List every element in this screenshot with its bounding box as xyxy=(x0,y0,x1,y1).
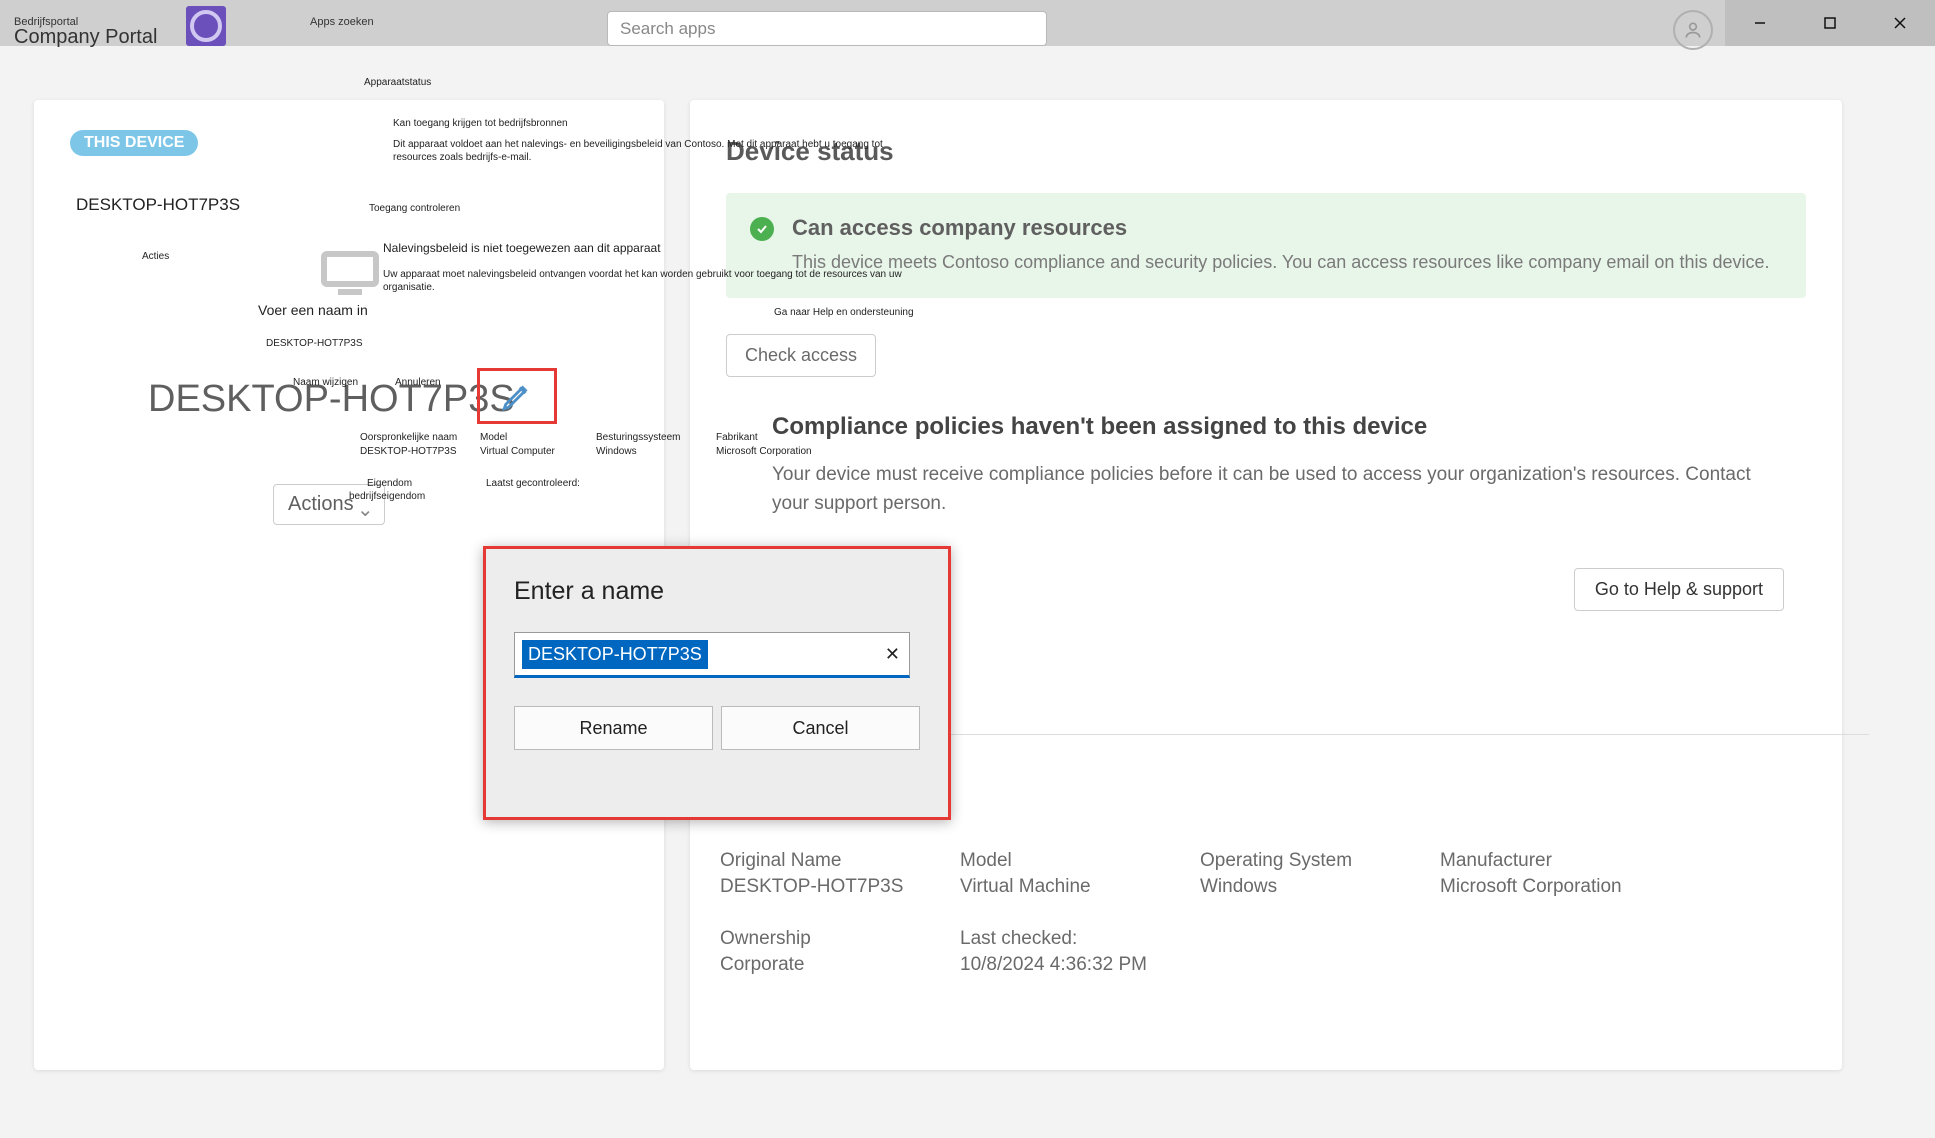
voer-naam-label: Voer een naam in xyxy=(258,302,368,318)
compliance-body: Your device must receive compliance poli… xyxy=(772,461,1752,518)
info-last-checked: Last checked: 10/8/2024 4:36:32 PM xyxy=(960,928,1200,976)
edit-name-button[interactable] xyxy=(477,368,557,424)
nl-model-val: Virtual Computer xyxy=(480,445,555,458)
device-name-small: DESKTOP-HOT7P3S xyxy=(76,195,240,215)
info-label: Operating System xyxy=(1200,850,1440,872)
can-access-body: This device meets Contoso compliance and… xyxy=(792,249,1778,276)
info-value: 10/8/2024 4:36:32 PM xyxy=(960,954,1200,976)
nl-laatst: Laatst gecontroleerd: xyxy=(486,477,580,490)
nl-kan-toegang: Kan toegang krijgen tot bedrijfsbronnen xyxy=(393,117,568,130)
device-status-heading: Device status xyxy=(726,136,1806,167)
info-value: DESKTOP-HOT7P3S xyxy=(720,876,960,898)
nl-annuleren: Annuleren xyxy=(395,376,441,389)
actions-label: Actions xyxy=(288,493,354,515)
info-label: Original Name xyxy=(720,850,960,872)
can-access-title: Can access company resources xyxy=(792,215,1778,241)
info-os: Operating System Windows xyxy=(1200,850,1440,898)
nl-os-lbl: Besturingssysteem xyxy=(596,431,680,444)
dialog-input-wrap: DESKTOP-HOT7P3S ✕ xyxy=(514,632,910,678)
nl-voldoet: Dit apparaat voldoet aan het nalevings- … xyxy=(393,138,883,164)
nl-eigendom-lbl: Eigendom xyxy=(367,477,412,490)
info-label: Last checked: xyxy=(960,928,1200,950)
app-logo-icon xyxy=(186,6,226,46)
info-label: Ownership xyxy=(720,928,960,950)
nl-naleving-title: Nalevingsbeleid is niet toegewezen aan d… xyxy=(383,241,661,257)
close-button[interactable] xyxy=(1865,0,1935,46)
info-label: Model xyxy=(960,850,1200,872)
device-info-grid: Original Name DESKTOP-HOT7P3S Model Virt… xyxy=(720,850,1680,976)
this-device-badge: THIS DEVICE xyxy=(70,130,198,156)
nl-os-val: Windows xyxy=(596,445,637,458)
rename-dialog: Enter a name DESKTOP-HOT7P3S ✕ Rename Ca… xyxy=(483,546,951,820)
monitor-icon xyxy=(320,250,380,296)
info-value: Windows xyxy=(1200,876,1440,898)
info-label: Manufacturer xyxy=(1440,850,1680,872)
info-value: Corporate xyxy=(720,954,960,976)
mini-device-name: DESKTOP-HOT7P3S xyxy=(266,338,363,349)
nl-model-lbl: Model xyxy=(480,431,507,444)
info-model: Model Virtual Machine xyxy=(960,850,1200,898)
info-manufacturer: Manufacturer Microsoft Corporation xyxy=(1440,850,1680,898)
name-input[interactable] xyxy=(514,632,910,678)
rename-button[interactable]: Rename xyxy=(514,706,713,750)
clear-input-icon[interactable]: ✕ xyxy=(885,644,900,665)
titlebar: Bedrijfsportal Company Portal Apps zoeke… xyxy=(0,0,1935,46)
nl-orig-name-lbl: Oorspronkelijke naam xyxy=(360,431,457,444)
info-value: Virtual Machine xyxy=(960,876,1200,898)
nl-eigendom-val: bedrijfseigendom xyxy=(349,490,425,503)
info-value: Microsoft Corporation xyxy=(1440,876,1680,898)
window-controls xyxy=(1725,0,1935,46)
nl-naam-wijzigen: Naam wijzigen xyxy=(293,376,358,389)
nl-apparaatstatus: Apparaatstatus xyxy=(364,76,431,89)
minimize-button[interactable] xyxy=(1725,0,1795,46)
app-name: Company Portal xyxy=(14,26,157,49)
nl-orig-name-val: DESKTOP-HOT7P3S xyxy=(360,445,457,458)
nl-naleving-body: Uw apparaat moet nalevingsbeleid ontvang… xyxy=(383,268,913,294)
nl-maker-val: Microsoft Corporation xyxy=(716,445,812,458)
goto-help-button[interactable]: Go to Help & support xyxy=(1574,568,1784,611)
search-input[interactable] xyxy=(607,11,1047,46)
info-ownership: Ownership Corporate xyxy=(720,928,960,976)
dialog-title: Enter a name xyxy=(514,577,920,606)
maximize-button[interactable] xyxy=(1795,0,1865,46)
info-original-name: Original Name DESKTOP-HOT7P3S xyxy=(720,850,960,898)
nl-ga-help: Ga naar Help en ondersteuning xyxy=(774,306,914,319)
user-avatar-icon[interactable] xyxy=(1673,10,1713,50)
apps-search-label: Apps zoeken xyxy=(310,16,374,28)
acties-tiny: Acties xyxy=(142,251,169,262)
check-access-button[interactable]: Check access xyxy=(726,334,876,377)
compliance-heading: Compliance policies haven't been assigne… xyxy=(772,413,1806,441)
nl-toegang-controleren: Toegang controleren xyxy=(369,202,460,215)
checkmark-icon xyxy=(750,217,774,241)
nl-maker-lbl: Fabrikant xyxy=(716,431,758,444)
cancel-button[interactable]: Cancel xyxy=(721,706,920,750)
